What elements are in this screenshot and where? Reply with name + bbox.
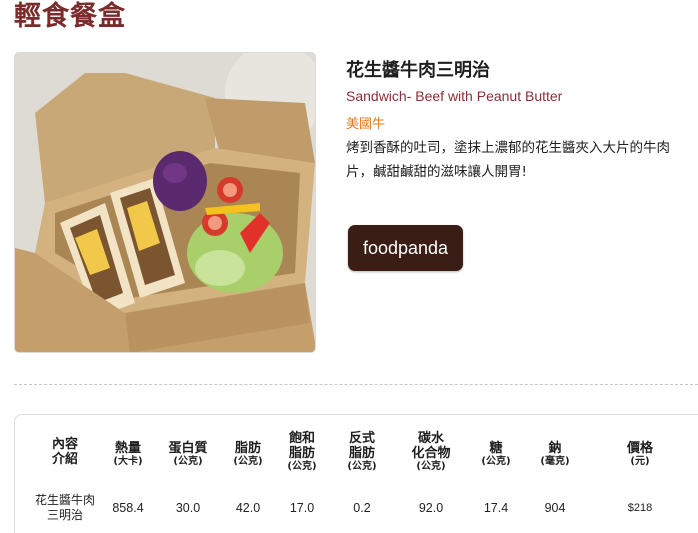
product-photo — [14, 52, 316, 353]
header-line: 介紹 — [51, 452, 78, 467]
header-sugar: 糖 (公克) — [471, 441, 521, 468]
row-product-name: 花生醬牛肉 三明治 — [29, 493, 101, 523]
header-unit: (公克) — [416, 461, 446, 472]
header-line: 脂肪 — [348, 446, 375, 461]
header-fat: 脂肪 (公克) — [223, 441, 273, 468]
section-title: 輕食餐盒 — [14, 1, 126, 32]
product-english-name: Sandwich- Beef with Peanut Butter — [346, 88, 563, 104]
foodpanda-button[interactable]: foodpanda — [348, 225, 463, 271]
section-divider — [14, 384, 698, 385]
header-carbohydrate: 碳水 化合物 (公克) — [401, 431, 461, 473]
header-sodium: 鈉 (毫克) — [530, 441, 580, 468]
header-line: 價格 — [626, 441, 653, 456]
row-name-line: 花生醬牛肉 — [34, 493, 95, 507]
cell-carbohydrate: 92.0 — [418, 501, 444, 515]
header-unit: (元) — [630, 456, 650, 467]
header-line: 熱量 — [114, 441, 141, 456]
cell-saturated-fat: 17.0 — [289, 501, 315, 515]
header-calories: 熱量 (大卡) — [103, 441, 153, 468]
header-line: 糖 — [489, 441, 503, 456]
cell-price: $218 — [627, 502, 653, 514]
sandwich-box-image — [15, 53, 315, 352]
row-name-line: 三明治 — [46, 508, 83, 522]
header-unit: (大卡) — [113, 456, 143, 467]
header-line: 反式 — [348, 431, 375, 446]
header-protein: 蛋白質 (公克) — [161, 441, 215, 468]
header-unit: (公克) — [347, 461, 377, 472]
header-trans-fat: 反式 脂肪 (公克) — [337, 431, 387, 473]
header-line: 脂肪 — [288, 446, 315, 461]
header-line: 蛋白質 — [168, 441, 208, 456]
cell-sugar: 17.4 — [483, 501, 509, 515]
header-line: 碳水 — [417, 431, 444, 446]
cell-sodium: 904 — [544, 501, 566, 515]
header-contents: 內容 介紹 — [29, 437, 101, 467]
cell-trans-fat: 0.2 — [353, 501, 371, 515]
header-unit: (公克) — [233, 456, 263, 467]
header-line: 鈉 — [548, 441, 562, 456]
cell-protein: 30.0 — [175, 501, 201, 515]
cell-calories: 858.4 — [112, 501, 144, 515]
header-unit: (公克) — [287, 461, 317, 472]
header-unit: (公克) — [481, 456, 511, 467]
header-line: 內容 — [51, 437, 78, 452]
header-line: 化合物 — [411, 446, 451, 461]
cell-fat: 42.0 — [235, 501, 261, 515]
header-saturated-fat: 飽和 脂肪 (公克) — [277, 431, 327, 473]
product-description: 烤到香酥的吐司，塗抹上濃郁的花生醬夾入大片的牛肉片，鹹甜鹹甜的滋味讓人開胃! — [346, 140, 670, 180]
foodpanda-button-label: foodpanda — [362, 237, 449, 258]
header-unit: (公克) — [173, 456, 203, 467]
product-name: 花生醬牛肉三明治 — [346, 60, 490, 81]
header-line: 脂肪 — [234, 441, 261, 456]
header-unit: (毫克) — [540, 456, 570, 467]
header-price: 價格 (元) — [615, 441, 665, 468]
product-tag: 美國牛 — [346, 117, 386, 132]
nutrition-table: 內容 介紹 熱量 (大卡) 蛋白質 (公克) 脂肪 (公克) 飽和 脂肪 (公克… — [14, 414, 698, 533]
header-line: 飽和 — [288, 431, 315, 446]
